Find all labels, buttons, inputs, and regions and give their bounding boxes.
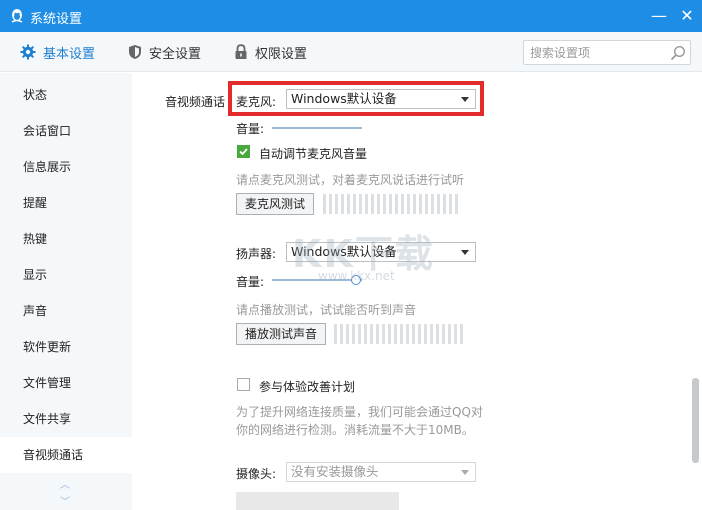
- qq-logo-icon: [11, 9, 23, 23]
- experience-program-checkbox[interactable]: [237, 378, 250, 391]
- tab-basic-settings[interactable]: 基本设置: [20, 32, 95, 72]
- highlight-box: [228, 81, 484, 116]
- tab-basic-label: 基本设置: [43, 46, 96, 62]
- search-input[interactable]: [530, 44, 668, 62]
- search-icon[interactable]: [670, 45, 686, 61]
- chevron-down-icon: [461, 470, 469, 475]
- tab-security-label: 安全设置: [149, 46, 202, 62]
- tab-permission-settings[interactable]: 权限设置: [234, 32, 307, 72]
- mic-volume-label: 音量:: [236, 122, 265, 136]
- sidebar-item-info-display[interactable]: 信息展示: [0, 149, 132, 185]
- settings-sidebar: 状态 会话窗口 信息展示 提醒 热键 显示 声音 软件更新 文件管理 文件共享 …: [0, 73, 132, 510]
- camera-label: 摄像头:: [236, 467, 277, 481]
- sidebar-item-display[interactable]: 显示: [0, 257, 132, 293]
- minimize-button[interactable]: —: [646, 4, 672, 28]
- checkmark-icon: [239, 148, 248, 156]
- speaker-volume-label: 音量:: [236, 275, 265, 289]
- lock-icon: [235, 44, 247, 59]
- title-bar: 系统设置 — ✕: [0, 0, 702, 32]
- sidebar-item-av-call[interactable]: 音视频通话: [0, 437, 132, 473]
- sidebar-item-hotkeys[interactable]: 热键: [0, 221, 132, 257]
- sidebar-item-reminder[interactable]: 提醒: [0, 185, 132, 221]
- sidebar-item-file-sharing[interactable]: 文件共享: [0, 401, 132, 437]
- content-scrollbar-thumb[interactable]: [692, 378, 699, 463]
- speaker-label: 扬声器:: [236, 247, 277, 261]
- speaker-level-meter: [334, 324, 463, 344]
- gear-icon: [20, 44, 36, 60]
- close-button[interactable]: ✕: [674, 4, 700, 28]
- tab-permission-label: 权限设置: [255, 46, 308, 62]
- experience-desc-line1: 为了提升网络连接质量，我们可能会通过QQ对: [236, 405, 483, 419]
- auto-adjust-mic-checkbox[interactable]: [237, 145, 250, 158]
- camera-device-value: 没有安装摄像头: [291, 464, 379, 479]
- camera-device-select[interactable]: 没有安装摄像头: [286, 462, 476, 482]
- mic-test-hint: 请点麦克风测试，对着麦克风说话进行试听: [236, 173, 465, 187]
- sidebar-scroll-up-icon[interactable]: ︿: [60, 476, 70, 491]
- mic-volume-slider[interactable]: [272, 127, 362, 129]
- settings-content-panel: 音视频通话 麦克风: Windows默认设备 音量: 自动调节麦克风音量 请点麦…: [132, 73, 702, 510]
- window-title: 系统设置: [30, 12, 83, 27]
- experience-program-label: 参与体验改善计划: [259, 380, 356, 394]
- shield-icon: [129, 45, 141, 59]
- speaker-test-button[interactable]: 播放测试声音: [236, 323, 327, 345]
- sidebar-item-sound[interactable]: 声音: [0, 293, 132, 329]
- mic-test-button[interactable]: 麦克风测试: [236, 193, 315, 215]
- settings-tab-bar: 基本设置 安全设置 权限设置: [0, 32, 702, 72]
- settings-search-box[interactable]: [523, 40, 691, 65]
- speaker-test-hint: 请点播放测试，试试能否听到声音: [236, 303, 417, 317]
- camera-preview-area: [236, 492, 399, 510]
- sidebar-item-file-management[interactable]: 文件管理: [0, 365, 132, 401]
- sidebar-item-chat-window[interactable]: 会话窗口: [0, 113, 132, 149]
- auto-adjust-mic-label: 自动调节麦克风音量: [259, 147, 368, 161]
- watermark-url: www.kkx.net: [318, 269, 395, 283]
- sidebar-scroll-down-icon[interactable]: ﹀: [60, 493, 70, 508]
- sidebar-item-software-update[interactable]: 软件更新: [0, 329, 132, 365]
- tab-security-settings[interactable]: 安全设置: [128, 32, 201, 72]
- mic-level-meter: [323, 194, 458, 214]
- experience-desc-line2: 你的网络进行检测。消耗流量不大于10MB。: [236, 423, 474, 437]
- sidebar-item-status[interactable]: 状态: [0, 77, 132, 113]
- section-title-av-call: 音视频通话: [165, 95, 226, 109]
- chevron-down-icon: [461, 250, 469, 255]
